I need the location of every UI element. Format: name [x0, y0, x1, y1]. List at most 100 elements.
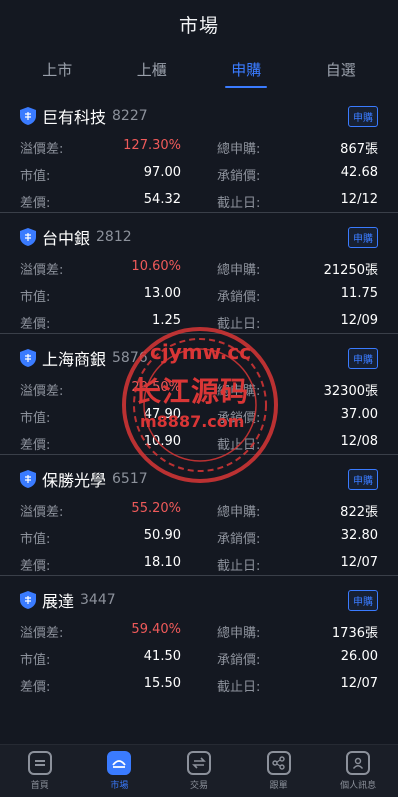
market-tabs: 上市 上櫃 申購 自選: [0, 48, 398, 92]
stock-row: 溢價差: 127.30% 總申購: 867張: [20, 134, 378, 161]
spread-label: 差價:: [20, 196, 51, 211]
premium-value: 55.20%: [131, 501, 181, 516]
nav-market[interactable]: 市場: [89, 751, 149, 791]
shield-icon: [20, 349, 36, 367]
market-label: 市值:: [20, 290, 51, 305]
tab-watchlist[interactable]: 自選: [320, 53, 362, 88]
deadline-value: 12/12: [340, 192, 378, 207]
subscribe-button[interactable]: 申購: [348, 468, 378, 490]
stock-card-header: 台中銀 2812 申購: [20, 225, 378, 249]
stock-row: 溢價差: 10.60% 總申購: 21250張: [20, 255, 378, 282]
stock-row: 市值: 13.00 承銷價: 11.75: [20, 282, 378, 309]
tab-subscription[interactable]: 申購: [225, 53, 268, 88]
trade-icon: [186, 751, 211, 775]
underwrite-value: 26.00: [340, 649, 378, 664]
nav-trade[interactable]: 交易: [169, 751, 229, 791]
stock-card[interactable]: 巨有科技 8227 申購 溢價差: 127.30% 總申購: 867張 市值: 97.…: [0, 92, 398, 213]
spread-value: 54.32: [143, 192, 181, 207]
deadline-value: 12/08: [340, 434, 378, 449]
market-value: 97.00: [143, 165, 181, 180]
stock-card[interactable]: 展達 3447 申購 溢價差: 59.40% 總申購: 1736張 市值: 41.50…: [0, 576, 398, 697]
underwrite-label: 承銷價:: [217, 532, 261, 547]
spread-label: 差價:: [20, 680, 51, 695]
underwrite-label: 承銷價:: [217, 169, 261, 184]
spread-label: 差價:: [20, 438, 51, 453]
premium-value: 10.60%: [131, 259, 181, 274]
stock-row: 市值: 97.00 承銷價: 42.68: [20, 161, 378, 188]
premium-value: 127.30%: [123, 138, 181, 153]
shield-icon: [20, 470, 36, 488]
premium-value: 29.50%: [131, 380, 181, 395]
stock-name: 巨有科技: [42, 108, 107, 127]
user-icon: [346, 751, 371, 775]
stock-row: 市值: 47.90 承銷價: 37.00: [20, 403, 378, 430]
tab-listed[interactable]: 上市: [36, 53, 78, 88]
premium-label: 溢價差:: [20, 384, 64, 399]
stock-code: 5876: [112, 350, 148, 366]
nav-home-label: 首頁: [30, 781, 49, 791]
shield-icon: [20, 228, 36, 246]
subscribe-button[interactable]: 申購: [348, 226, 378, 248]
premium-value: 59.40%: [131, 622, 181, 637]
underwrite-label: 承銷價:: [217, 653, 261, 668]
subscribe-button[interactable]: 申購: [348, 347, 378, 369]
stock-name: 保勝光學: [42, 471, 107, 490]
shield-icon: [20, 107, 36, 125]
underwrite-value: 42.68: [340, 165, 378, 180]
spread-value: 18.10: [143, 555, 181, 570]
nav-home[interactable]: 首頁: [10, 751, 70, 791]
market-label: 市值:: [20, 653, 51, 668]
shield-icon: [20, 591, 36, 609]
nav-profile[interactable]: 個人訊息: [328, 751, 388, 791]
stock-code: 6517: [112, 471, 148, 487]
premium-label: 溢價差:: [20, 142, 64, 157]
stock-row: 市值: 41.50 承銷價: 26.00: [20, 645, 378, 672]
spread-label: 差價:: [20, 317, 51, 332]
total-value: 21250張: [323, 263, 378, 278]
stock-card[interactable]: 台中銀 2812 申購 溢價差: 10.60% 總申購: 21250張 市值: 13.…: [0, 213, 398, 334]
spread-value: 1.25: [152, 313, 181, 328]
spread-value: 15.50: [143, 676, 181, 691]
underwrite-value: 11.75: [340, 286, 378, 301]
spread-value: 10.90: [143, 434, 181, 449]
stock-row: 差價: 1.25 截止日: 12/09: [20, 309, 378, 336]
deadline-label: 截止日:: [217, 317, 261, 332]
share-icon: [266, 751, 291, 775]
premium-label: 溢價差:: [20, 505, 64, 520]
underwrite-label: 承銷價:: [217, 411, 261, 426]
total-value: 867張: [340, 142, 378, 157]
deadline-label: 截止日:: [217, 438, 261, 453]
stock-row: 溢價差: 59.40% 總申購: 1736張: [20, 618, 378, 645]
market-label: 市值:: [20, 169, 51, 184]
subscription-list: 巨有科技 8227 申購 溢價差: 127.30% 總申購: 867張 市值: 97.…: [0, 92, 398, 697]
stock-card[interactable]: 保勝光學 6517 申購 溢價差: 55.20% 總申購: 822張 市值: 50.9…: [0, 455, 398, 576]
nav-follow[interactable]: 跟單: [249, 751, 309, 791]
stock-card-header: 巨有科技 8227 申購: [20, 104, 378, 128]
market-value: 41.50: [143, 649, 181, 664]
market-value: 50.90: [143, 528, 181, 543]
stock-card-header: 上海商銀 5876 申購: [20, 346, 378, 370]
page-title: 市場: [178, 14, 219, 37]
stock-code: 2812: [96, 229, 132, 245]
stock-row: 溢價差: 55.20% 總申購: 822張: [20, 497, 378, 524]
bottom-navigation: 首頁 市場 交易 跟單 個人訊息: [0, 744, 398, 797]
premium-label: 溢價差:: [20, 263, 64, 278]
subscribe-button[interactable]: 申購: [348, 105, 378, 127]
stock-name: 上海商銀: [42, 350, 107, 369]
market-label: 市值:: [20, 532, 51, 547]
deadline-label: 截止日:: [217, 559, 261, 574]
total-value: 1736張: [331, 626, 378, 641]
tab-otc[interactable]: 上櫃: [131, 53, 173, 88]
market-value: 13.00: [143, 286, 181, 301]
nav-follow-label: 跟單: [269, 781, 288, 791]
market-label: 市值:: [20, 411, 51, 426]
underwrite-label: 承銷價:: [217, 290, 261, 305]
spread-label: 差價:: [20, 559, 51, 574]
underwrite-value: 32.80: [340, 528, 378, 543]
stock-code: 3447: [80, 592, 116, 608]
stock-code: 8227: [112, 108, 148, 124]
subscribe-button[interactable]: 申購: [348, 589, 378, 611]
stock-card[interactable]: 上海商銀 5876 申購 溢價差: 29.50% 總申購: 32300張 市值: 47…: [0, 334, 398, 455]
total-label: 總申購:: [217, 626, 261, 641]
total-label: 總申購:: [217, 263, 261, 278]
